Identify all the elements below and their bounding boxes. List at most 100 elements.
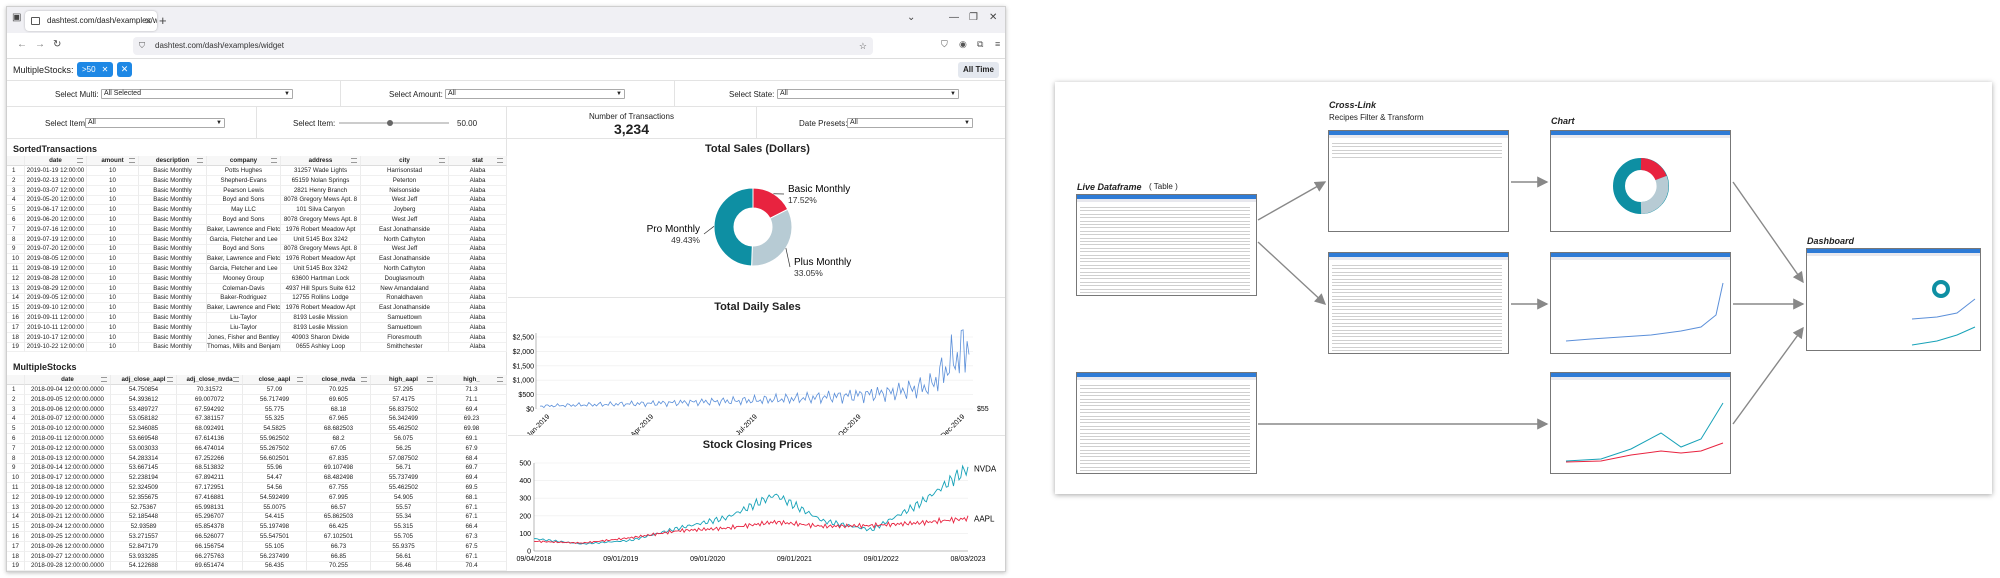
close-window-icon[interactable]: ✕ <box>989 12 997 23</box>
nav-bar: ← → ↻ ⛉ dashtest.com/dash/examples/widge… <box>7 33 1005 59</box>
column-header[interactable]: adj_close_nvda <box>177 375 243 385</box>
chip-close-icon[interactable]: ✕ <box>102 65 109 74</box>
column-filter-icon[interactable] <box>197 158 203 163</box>
column-header[interactable]: adj_close_aapl <box>111 375 177 385</box>
cross-link-subtitle: Recipes Filter & Transform <box>1329 113 1424 122</box>
table-cell: Alaba <box>449 185 507 196</box>
table-cell: Basic Monthly <box>139 185 207 196</box>
filter-chip-label: >50 <box>82 65 96 74</box>
slider-handle[interactable] <box>387 120 393 126</box>
sorted-transactions-table[interactable]: date amount description company address city s… <box>7 156 507 356</box>
extensions-icon[interactable]: ⧉ <box>977 39 983 50</box>
clear-filters-icon[interactable]: ✕ <box>117 62 132 77</box>
table-cell: 101 Silva Canyon <box>281 205 361 216</box>
column-header[interactable]: date <box>25 156 87 166</box>
table-cell: 2019-02-13 12:00:00 <box>25 175 87 186</box>
column-filter-icon[interactable] <box>427 377 433 382</box>
column-header[interactable]: close_nvda <box>307 375 371 385</box>
select-amount-dropdown[interactable]: All ▼ <box>445 89 625 99</box>
bookmark-star-icon[interactable]: ☆ <box>859 37 867 55</box>
column-header[interactable]: date <box>25 375 111 385</box>
browser-tab[interactable]: dashtest.com/dash/examples/widget ✕ <box>25 11 157 31</box>
table-cell: 55.547501 <box>243 532 307 542</box>
table-cell: Alaba <box>449 283 507 294</box>
column-filter-icon[interactable] <box>101 377 107 382</box>
column-header[interactable]: description <box>139 156 207 166</box>
row-index-header <box>7 375 25 385</box>
column-header[interactable]: address <box>281 156 361 166</box>
column-header[interactable]: high_aapl <box>371 375 437 385</box>
mini-dashboard-icon <box>1911 280 1976 346</box>
y-tick-label: 200 <box>519 513 531 520</box>
column-filter-icon[interactable] <box>351 158 357 163</box>
select-multi-dropdown[interactable]: All Selected ▼ <box>101 89 293 99</box>
table-cell: Thomas, Mills and Benjam <box>207 342 281 353</box>
multiple-stocks-table[interactable]: date adj_close_aapl adj_close_nvda close_aa… <box>7 375 507 571</box>
url-bar[interactable]: ⛉ dashtest.com/dash/examples/widget ☆ <box>133 37 873 55</box>
table-cell: 55.34 <box>371 512 437 523</box>
close-tab-icon[interactable]: ✕ <box>144 11 152 31</box>
thumbnail-row <box>1080 385 1250 386</box>
column-filter-icon[interactable] <box>233 377 239 382</box>
column-filter-icon[interactable] <box>129 158 135 163</box>
column-header[interactable]: city <box>361 156 449 166</box>
table-cell: 66.156754 <box>177 541 243 552</box>
column-filter-icon[interactable] <box>167 377 173 382</box>
table-cell: North Cathyton <box>361 264 449 274</box>
table-cell: 54.283314 <box>111 453 177 464</box>
thumbnail-row <box>1080 459 1250 461</box>
account-icon[interactable]: ◉ <box>959 39 967 50</box>
back-icon[interactable]: ← <box>17 39 27 50</box>
column-filter-icon[interactable] <box>439 158 445 163</box>
select-item-dropdown[interactable]: All ▼ <box>85 118 225 128</box>
column-header[interactable]: close_aapl <box>243 375 307 385</box>
column-filter-icon[interactable] <box>497 158 503 163</box>
new-tab-icon[interactable]: + <box>159 13 167 28</box>
table-cell: 52.324509 <box>111 483 177 493</box>
table-cell: 2019-08-19 12:00:00 <box>25 264 87 274</box>
table-cell: 2018-09-06 12:00:00.0000 <box>25 404 111 415</box>
tab-list-icon[interactable]: ▣ <box>12 12 21 23</box>
column-filter-icon[interactable] <box>77 158 83 163</box>
table-cell: Alaba <box>449 313 507 323</box>
table-cell: 10 <box>87 215 139 225</box>
table-cell: 55.462502 <box>371 483 437 493</box>
table-cell: 67.755 <box>307 483 371 493</box>
stock-prices-title: Stock Closing Prices <box>702 439 813 451</box>
column-header[interactable]: company <box>207 156 281 166</box>
y-tick-label: $500 <box>518 392 534 399</box>
column-filter-icon[interactable] <box>497 377 503 382</box>
pocket-icon[interactable]: ⛉ <box>941 39 948 50</box>
all-time-button[interactable]: All Time <box>958 62 999 78</box>
menu-icon[interactable]: ≡ <box>995 39 1000 49</box>
table-cell: North Cathyton <box>361 234 449 245</box>
thumbnail-row <box>1080 217 1250 219</box>
table-cell: Alaba <box>449 215 507 225</box>
chevron-down-icon[interactable]: ⌄ <box>907 12 915 23</box>
minimize-icon[interactable]: — <box>949 12 959 23</box>
table-cell: 8078 Gregory Mews Apt. 8 <box>281 244 361 255</box>
column-filter-icon[interactable] <box>271 158 277 163</box>
column-header[interactable]: amount <box>87 156 139 166</box>
column-filter-icon[interactable] <box>297 377 303 382</box>
column-filter-icon[interactable] <box>361 377 367 382</box>
item-slider[interactable] <box>339 120 449 126</box>
table-cell: 7 <box>7 443 25 454</box>
filter-chip[interactable]: >50 ✕ <box>77 62 114 77</box>
filter-date-presets: Date Presets: All ▼ <box>757 107 1005 138</box>
table-cell: 70.255 <box>307 561 371 571</box>
select-state-dropdown[interactable]: All ▼ <box>777 89 959 99</box>
date-presets-dropdown[interactable]: All ▼ <box>847 118 973 128</box>
restore-icon[interactable]: ❐ <box>969 12 978 23</box>
table-cell: 7 <box>7 224 25 235</box>
table-cell: 2018-09-04 12:00:00.0000 <box>25 385 111 395</box>
table-cell: 1976 Robert Meadow Apt <box>281 254 361 265</box>
table-cell: 67.1 <box>437 512 507 523</box>
daily-sales-thumbnail <box>1550 252 1731 354</box>
reload-icon[interactable]: ↻ <box>53 39 61 50</box>
column-header[interactable]: stat <box>449 156 507 166</box>
table-cell: 10 <box>87 313 139 323</box>
table-cell: 52.847179 <box>111 541 177 552</box>
column-header[interactable]: high_ <box>437 375 507 385</box>
forward-icon[interactable]: → <box>35 39 45 50</box>
